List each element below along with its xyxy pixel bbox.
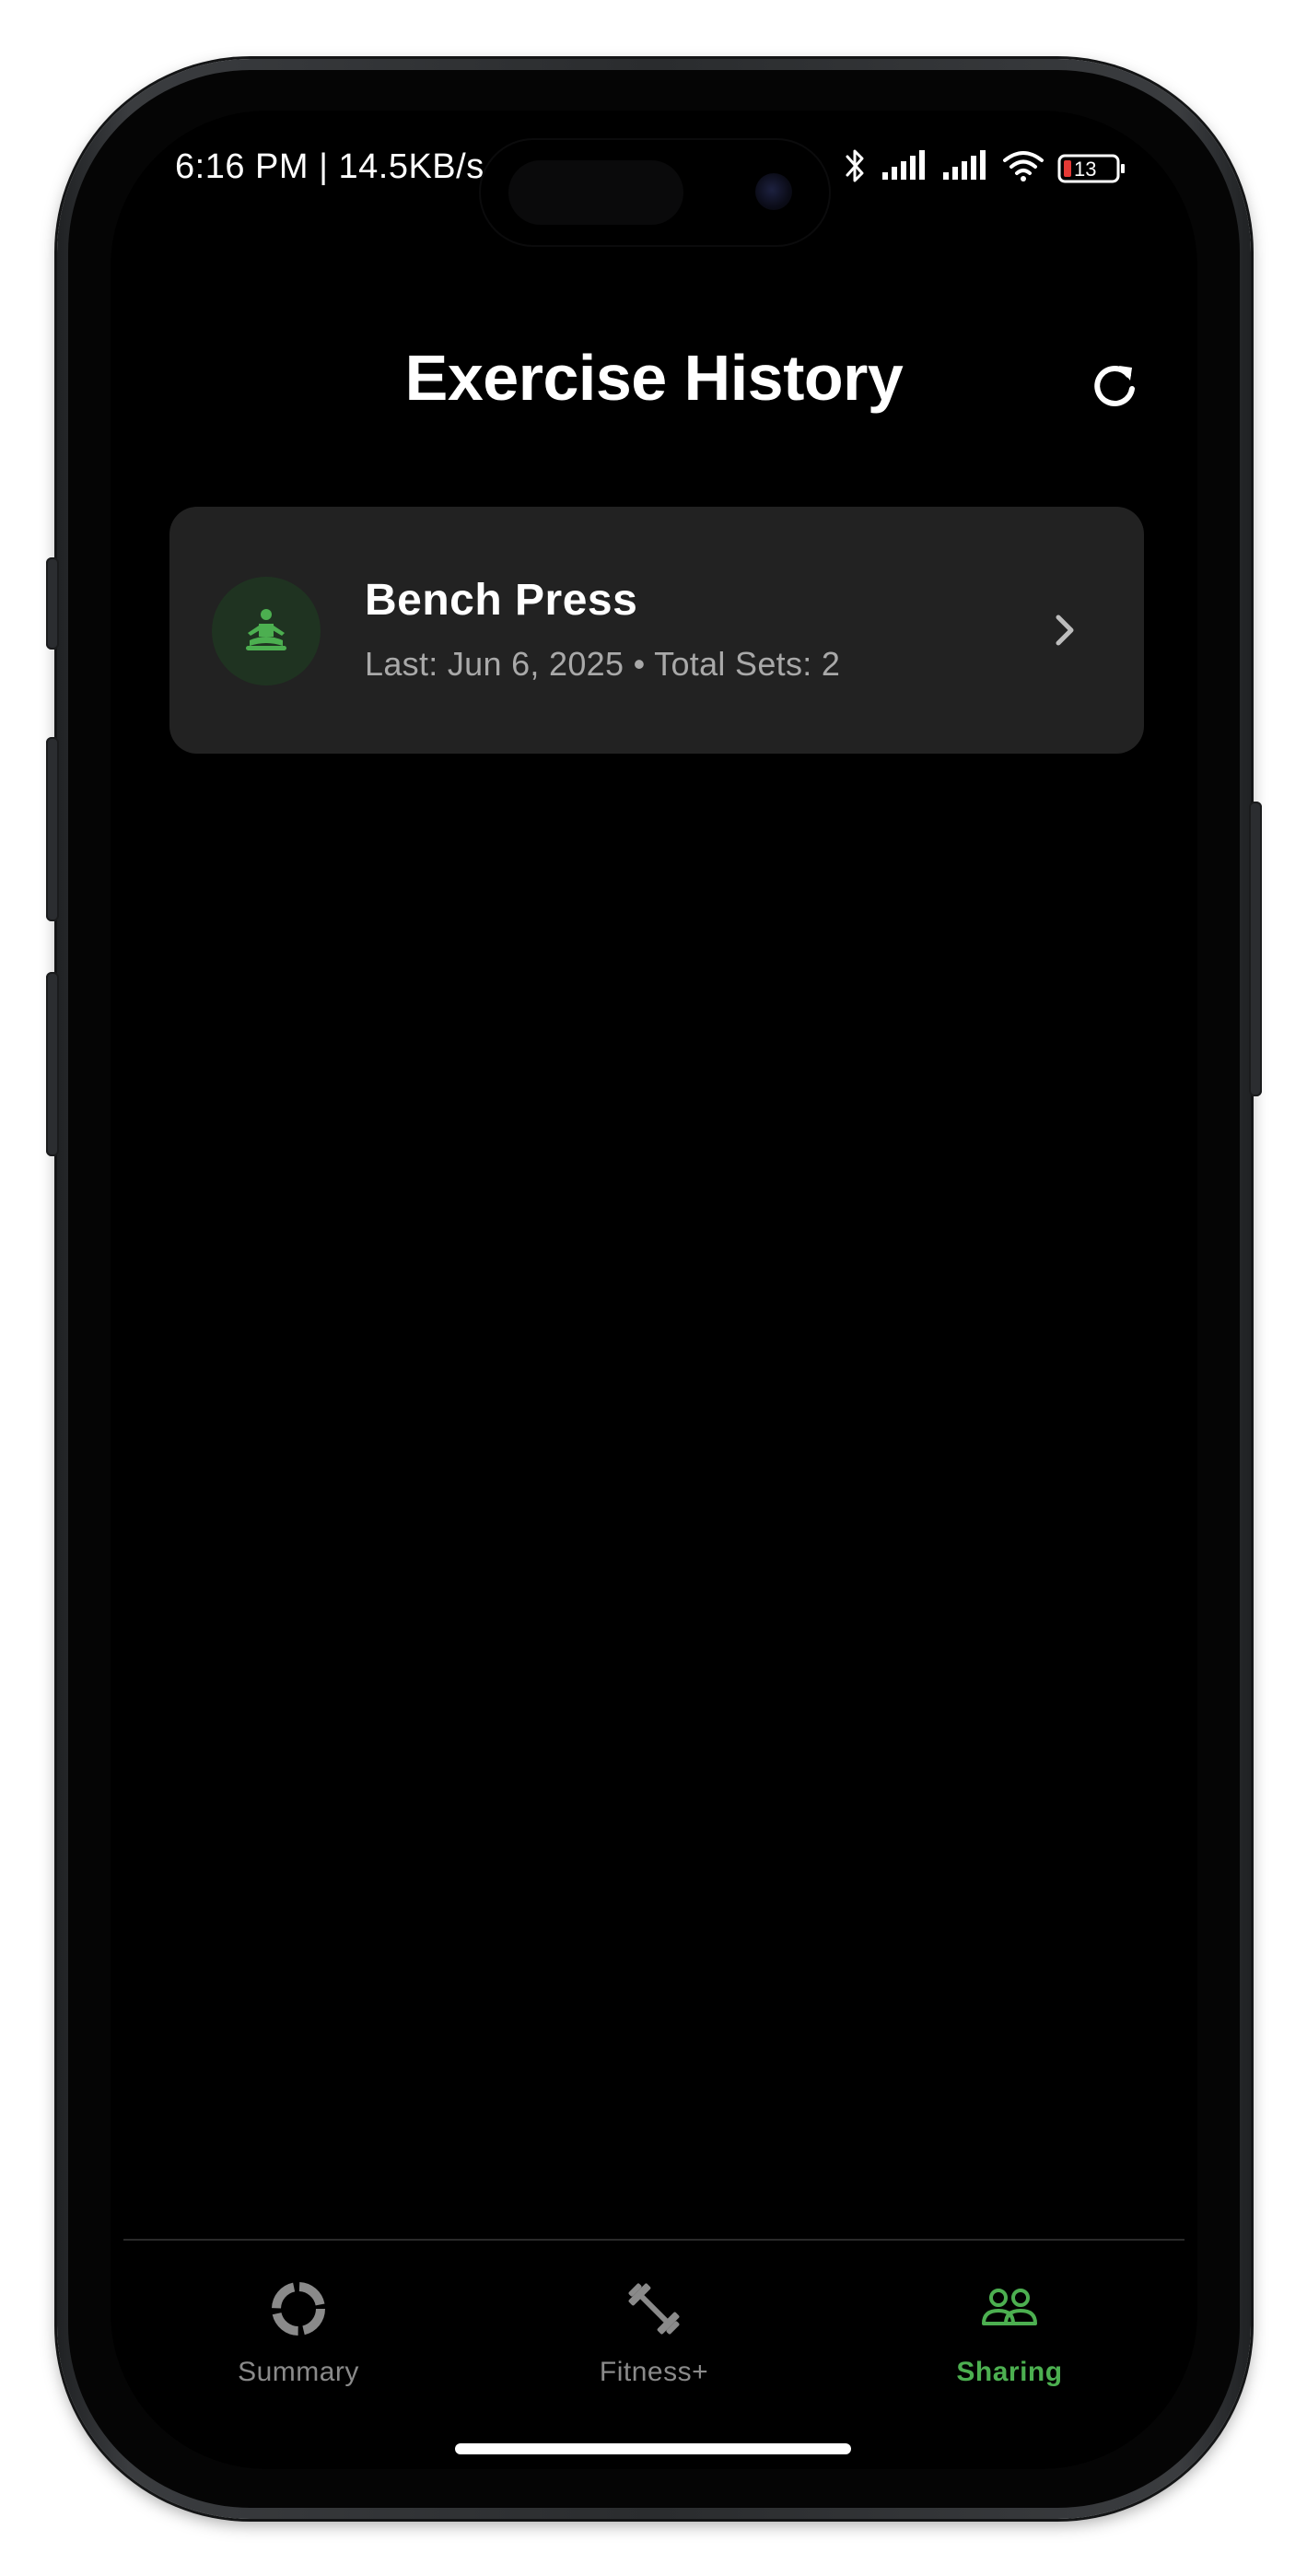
header: Exercise History (111, 322, 1197, 433)
front-camera (755, 173, 792, 210)
tab-summary[interactable]: Summary (160, 2277, 437, 2416)
home-indicator[interactable] (455, 2443, 851, 2454)
dumbbell-icon (628, 2283, 680, 2335)
dynamic-island (481, 140, 829, 245)
tab-fitness-plus[interactable]: Fitness+ (516, 2277, 792, 2416)
volume-up-button (46, 737, 59, 921)
tab-bar: Summary Fitness+ Sharing (111, 2241, 1197, 2469)
action-button (46, 557, 59, 650)
app-screen: 6:16 PM | 14.5KB/s 13 Exercise History B… (111, 111, 1197, 2469)
exercise-card[interactable]: Bench Press Last: Jun 6, 2025 • Total Se… (169, 507, 1144, 754)
refresh-icon (1094, 365, 1135, 406)
status-time: 6:16 PM | 14.5KB/s (175, 147, 484, 186)
island-sensor (508, 160, 683, 225)
volume-down-button (46, 972, 59, 1156)
power-button (1249, 802, 1262, 1096)
chevron-right-icon (1056, 615, 1074, 646)
tab-sharing[interactable]: Sharing (871, 2277, 1148, 2416)
bluetooth-icon (844, 147, 868, 189)
status-bar: 6:16 PM | 14.5KB/s 13 (111, 111, 1197, 245)
tab-label: Sharing (956, 2357, 1063, 2387)
signal-strength-icon-2 (941, 150, 989, 186)
exercise-name: Bench Press (365, 576, 638, 625)
battery-level: 13 (1074, 157, 1097, 181)
refresh-button[interactable] (1078, 348, 1151, 422)
meditation-figure-icon (246, 609, 286, 650)
battery-icon: 13 (1057, 153, 1126, 184)
signal-strength-icon (881, 150, 928, 186)
page-title: Exercise History (404, 342, 904, 414)
activity-ring-icon (272, 2282, 325, 2336)
tab-label: Summary (238, 2357, 359, 2387)
tab-label: Fitness+ (599, 2357, 709, 2387)
people-icon (982, 2289, 1037, 2325)
exercise-icon-badge (212, 577, 321, 685)
exercise-details: Last: Jun 6, 2025 • Total Sets: 2 (365, 645, 841, 683)
wifi-icon (1002, 149, 1044, 187)
status-icons: 13 (844, 147, 1126, 189)
